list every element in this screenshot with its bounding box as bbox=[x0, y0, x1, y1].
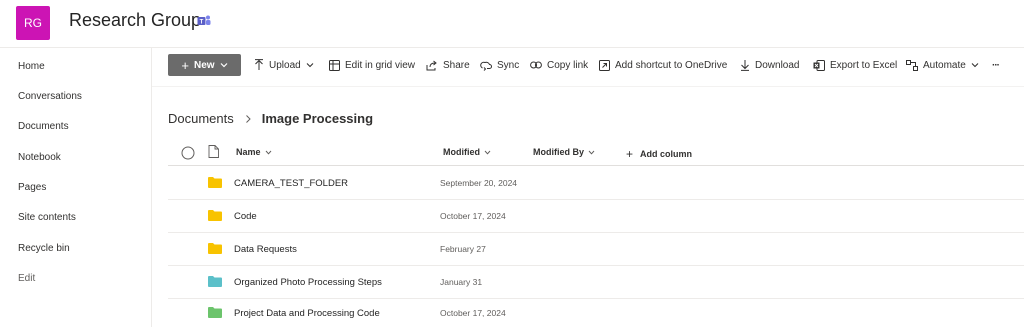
upload-label: Upload bbox=[269, 59, 301, 71]
row-modified: October 17, 2024 bbox=[440, 308, 506, 318]
automate-icon bbox=[906, 59, 918, 71]
row-modified: October 17, 2024 bbox=[440, 211, 506, 221]
new-button-label: New bbox=[194, 59, 215, 71]
share-button[interactable]: Share bbox=[426, 58, 470, 72]
add-shortcut-label: Add shortcut to OneDrive bbox=[615, 59, 728, 71]
nav-notebook[interactable]: Notebook bbox=[18, 152, 61, 163]
chevron-right-icon bbox=[245, 114, 251, 123]
chevron-down-icon bbox=[588, 150, 595, 155]
table-row[interactable]: Organized Photo Processing Steps January… bbox=[168, 266, 1024, 299]
export-excel-label: Export to Excel bbox=[830, 59, 898, 71]
upload-icon bbox=[255, 59, 263, 70]
automate-button[interactable]: Automate bbox=[906, 58, 979, 72]
teams-icon[interactable]: T bbox=[197, 14, 211, 28]
site-title[interactable]: Research Group bbox=[69, 10, 201, 31]
row-name[interactable]: Organized Photo Processing Steps bbox=[234, 277, 382, 288]
chevron-down-icon bbox=[971, 63, 979, 68]
row-modified: September 20, 2024 bbox=[440, 178, 518, 188]
shortcut-icon bbox=[599, 59, 610, 71]
sync-label: Sync bbox=[497, 59, 520, 71]
edit-grid-view-button[interactable]: Edit in grid view bbox=[329, 58, 415, 72]
row-name[interactable]: Data Requests bbox=[234, 244, 297, 255]
row-modified: February 27 bbox=[440, 244, 486, 254]
site-logo[interactable]: RG bbox=[16, 6, 50, 40]
column-modified-by-label: Modified By bbox=[533, 147, 584, 157]
download-label: Download bbox=[755, 59, 800, 71]
select-all-checkbox-icon[interactable] bbox=[181, 146, 195, 160]
file-type-icon[interactable] bbox=[208, 145, 219, 158]
download-button[interactable]: Download bbox=[740, 58, 799, 72]
folder-icon bbox=[208, 307, 222, 318]
row-modified: January 31 bbox=[440, 277, 483, 287]
nav-documents[interactable]: Documents bbox=[18, 121, 69, 132]
table-row[interactable]: Project Data and Processing Code October… bbox=[168, 297, 1024, 327]
sync-icon bbox=[480, 61, 492, 71]
export-excel-button[interactable]: Export to Excel bbox=[813, 58, 897, 72]
upload-button[interactable]: Upload bbox=[254, 58, 314, 72]
breadcrumb: Documents Image Processing bbox=[168, 111, 373, 126]
breadcrumb-current[interactable]: Image Processing bbox=[262, 111, 373, 126]
column-modified-label: Modified bbox=[443, 147, 480, 157]
chevron-down-icon bbox=[220, 63, 228, 68]
add-column-label: Add column bbox=[640, 149, 693, 159]
plus-icon: + bbox=[181, 57, 190, 73]
row-name[interactable]: CAMERA_TEST_FOLDER bbox=[234, 178, 348, 189]
plus-icon: + bbox=[626, 147, 634, 161]
nav-pages[interactable]: Pages bbox=[18, 182, 46, 193]
add-shortcut-button[interactable]: Add shortcut to OneDrive bbox=[599, 58, 727, 72]
add-column-button[interactable]: + Add column bbox=[626, 147, 692, 161]
share-label: Share bbox=[443, 59, 470, 71]
copy-link-button[interactable]: Copy link bbox=[530, 58, 588, 72]
folder-icon bbox=[208, 177, 222, 188]
sync-button[interactable]: Sync bbox=[480, 58, 519, 72]
more-options-button[interactable]: ··· bbox=[992, 58, 1000, 72]
nav-conversations[interactable]: Conversations bbox=[18, 91, 82, 102]
breadcrumb-documents[interactable]: Documents bbox=[168, 111, 234, 126]
command-bar-divider bbox=[152, 86, 1024, 87]
column-header-modified[interactable]: Modified bbox=[443, 147, 491, 157]
link-icon bbox=[530, 61, 542, 69]
chevron-down-icon bbox=[306, 63, 314, 68]
table-header bbox=[168, 140, 1024, 166]
row-name[interactable]: Code bbox=[234, 211, 257, 222]
share-icon bbox=[426, 60, 437, 70]
folder-icon bbox=[208, 210, 222, 221]
folder-icon bbox=[208, 276, 222, 287]
chevron-down-icon bbox=[484, 150, 491, 155]
edit-grid-view-label: Edit in grid view bbox=[345, 59, 416, 71]
nav-home[interactable]: Home bbox=[18, 61, 45, 72]
chevron-down-icon bbox=[265, 150, 271, 155]
new-button[interactable]: + New bbox=[168, 54, 241, 76]
row-name[interactable]: Project Data and Processing Code bbox=[234, 308, 380, 319]
copy-link-label: Copy link bbox=[547, 59, 589, 71]
nav-site-contents[interactable]: Site contents bbox=[18, 212, 76, 223]
grid-icon bbox=[329, 59, 340, 71]
table-row[interactable]: Code October 17, 2024 bbox=[168, 200, 1024, 233]
excel-icon bbox=[813, 59, 825, 71]
nav-edit[interactable]: Edit bbox=[18, 273, 35, 284]
column-name-label: Name bbox=[236, 147, 261, 157]
column-header-name[interactable]: Name bbox=[236, 147, 272, 157]
table-row[interactable]: CAMERA_TEST_FOLDER September 20, 2024 bbox=[168, 167, 1024, 200]
folder-icon bbox=[208, 243, 222, 254]
automate-label: Automate bbox=[923, 59, 966, 71]
svg-text:T: T bbox=[200, 20, 204, 26]
download-icon bbox=[741, 60, 749, 71]
table-row[interactable]: Data Requests February 27 bbox=[168, 233, 1024, 266]
site-header: RG Research Group T bbox=[0, 0, 1024, 48]
column-header-modified-by[interactable]: Modified By bbox=[533, 147, 595, 157]
nav-recycle-bin[interactable]: Recycle bin bbox=[18, 243, 70, 254]
